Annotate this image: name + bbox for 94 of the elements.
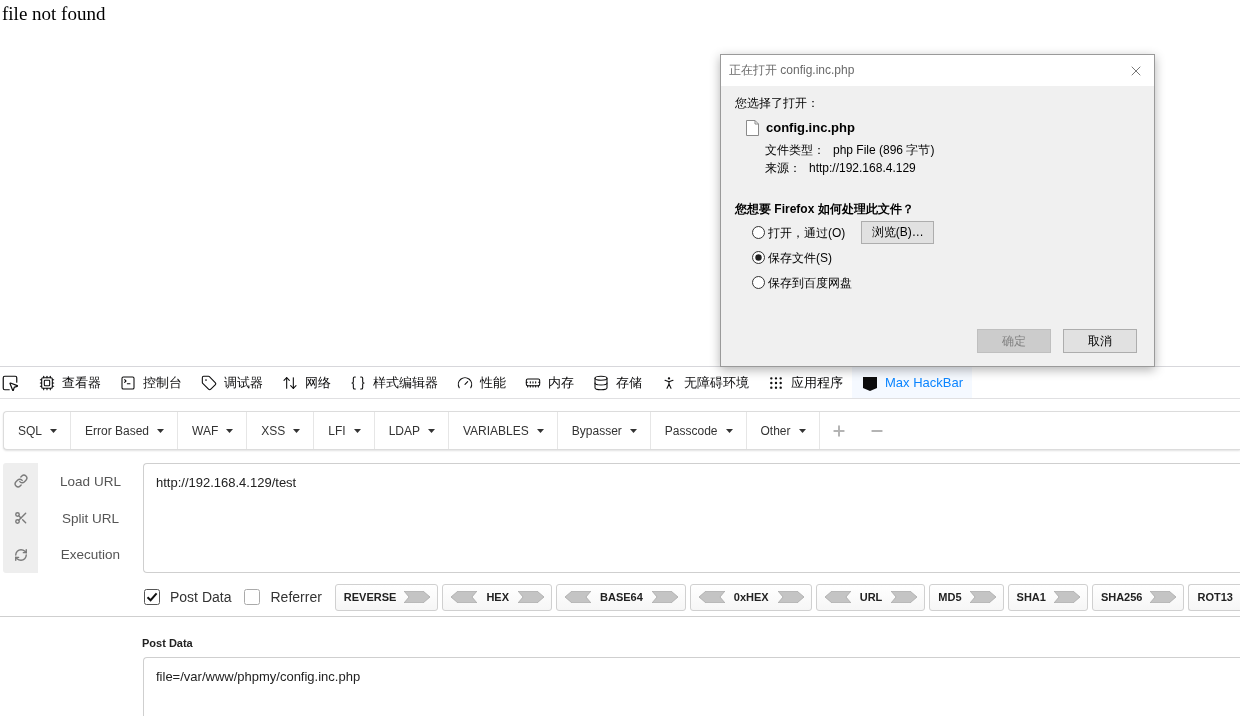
right-arrow-icon xyxy=(404,591,431,603)
radio-label: 打开，通过(O) xyxy=(768,224,846,241)
devtools-tab[interactable]: 查看器 xyxy=(29,367,110,398)
menu-dropdown[interactable]: Error Based xyxy=(71,412,179,449)
left-arrow-icon xyxy=(698,591,725,603)
radio-button[interactable] xyxy=(752,226,765,239)
database-icon xyxy=(593,374,609,391)
devtools-tab[interactable]: Max HackBar xyxy=(852,367,973,398)
detail-value: http://192.168.4.129 xyxy=(809,160,916,176)
checkbox[interactable] xyxy=(144,589,160,605)
url-field[interactable]: http://192.168.4.129/test xyxy=(143,463,1240,573)
right-arrow-icon xyxy=(891,591,918,603)
post-data-field[interactable]: file=/var/www/phpmy/config.inc.php xyxy=(143,657,1240,716)
left-arrow-icon xyxy=(565,591,592,603)
devtools-tab[interactable]: 调试器 xyxy=(191,367,272,398)
encode-button[interactable]: ROT13 xyxy=(1188,583,1240,611)
right-arrow-icon xyxy=(1150,591,1177,603)
shield-icon xyxy=(862,374,878,391)
menu-dropdown[interactable]: VARIABLES xyxy=(449,412,558,449)
caret-icon xyxy=(157,428,165,433)
question-text: 您想要 Firefox 如何处理此文件？ xyxy=(735,202,914,216)
menu-dropdown[interactable]: LFI xyxy=(314,412,375,449)
caret-icon xyxy=(428,428,435,433)
devtools-tab[interactable]: 控制台 xyxy=(110,367,191,398)
menu-dropdown[interactable]: Other xyxy=(746,412,820,449)
link-icon xyxy=(13,474,28,489)
radio-button[interactable] xyxy=(752,251,765,264)
caret-icon xyxy=(725,428,733,433)
file-icon xyxy=(746,120,759,136)
person-icon xyxy=(661,374,677,391)
menu-dropdown[interactable]: SQL xyxy=(4,412,71,449)
detail-label: 来源： xyxy=(765,160,801,176)
braces-icon xyxy=(350,374,366,391)
radio-label: 保存到百度网盘 xyxy=(768,274,852,291)
devtools-tab[interactable]: 性能 xyxy=(447,367,515,398)
refresh-icon xyxy=(13,547,28,562)
devtools-tab[interactable]: 样式编辑器 xyxy=(340,367,447,398)
dialog-title: 正在打开 config.inc.php xyxy=(729,62,855,79)
caret-icon xyxy=(536,428,544,433)
page-message: file not found xyxy=(2,2,106,26)
up-down-arrows-icon xyxy=(282,374,298,391)
encode-button[interactable]: BASE64 xyxy=(556,583,686,611)
devtools-tab[interactable]: 应用程序 xyxy=(758,367,852,398)
encode-button[interactable]: REVERSE xyxy=(334,583,439,611)
menu-dropdown[interactable]: Passcode xyxy=(650,412,747,449)
tag-icon xyxy=(201,374,217,391)
terminal-icon xyxy=(120,374,136,391)
left-arrow-icon xyxy=(451,591,478,603)
detail-value: php File (896 字节) xyxy=(833,142,935,158)
action-link[interactable]: Execution xyxy=(60,547,121,563)
detail-label: 文件类型： xyxy=(765,142,825,158)
browse-button[interactable]: 浏览(B)… xyxy=(861,221,935,244)
menu-dropdown[interactable]: XSS xyxy=(247,412,315,449)
left-arrow-icon xyxy=(824,591,851,603)
right-arrow-icon xyxy=(518,591,545,603)
action-link[interactable]: Split URL xyxy=(62,510,119,526)
encode-button[interactable]: SHA1 xyxy=(1007,583,1088,611)
devtools-tab[interactable]: 网络 xyxy=(272,367,340,398)
caret-icon xyxy=(353,428,361,433)
devtools-tab[interactable]: 无障碍环境 xyxy=(651,367,758,398)
menu-dropdown[interactable]: LDAP xyxy=(374,412,449,449)
dialog-button[interactable]: 取消 xyxy=(1063,329,1137,353)
checkbox-label: Referrer xyxy=(270,589,322,605)
menu-dropdown[interactable]: Bypasser xyxy=(557,412,651,449)
encode-button[interactable]: HEX xyxy=(442,583,553,611)
intro-text: 您选择了打开： xyxy=(735,96,819,110)
encode-button[interactable]: 0xHEX xyxy=(689,583,812,611)
radio-button[interactable] xyxy=(752,276,765,289)
caret-icon xyxy=(629,428,637,433)
action-link[interactable]: Load URL xyxy=(60,473,121,489)
devtools-tab[interactable]: 内存 xyxy=(515,367,583,398)
post-data-heading: Post Data xyxy=(142,636,193,650)
encode-button[interactable]: URL xyxy=(815,583,926,611)
right-arrow-icon xyxy=(651,591,678,603)
checkbox[interactable] xyxy=(244,589,261,605)
scissors-icon xyxy=(13,511,28,525)
caret-icon xyxy=(50,428,57,433)
caret-icon xyxy=(798,428,806,433)
menu-dropdown[interactable]: WAF xyxy=(178,412,248,449)
right-arrow-icon xyxy=(777,591,804,603)
encode-button[interactable]: MD5 xyxy=(929,583,1004,611)
caret-icon xyxy=(293,428,301,433)
gauge-icon xyxy=(457,374,473,391)
caret-icon xyxy=(226,428,234,433)
dots-grid-icon xyxy=(768,374,784,391)
right-arrow-icon xyxy=(969,591,996,603)
radio-label: 保存文件(S) xyxy=(768,249,832,266)
chip-icon xyxy=(39,374,55,391)
file-name: config.inc.php xyxy=(766,120,855,136)
right-arrow-icon xyxy=(1053,591,1080,603)
checkbox-label: Post Data xyxy=(170,589,232,605)
devtools-tab[interactable]: 存储 xyxy=(583,367,651,398)
element-picker-icon[interactable] xyxy=(1,373,19,392)
encode-button[interactable]: SHA256 xyxy=(1091,583,1185,611)
